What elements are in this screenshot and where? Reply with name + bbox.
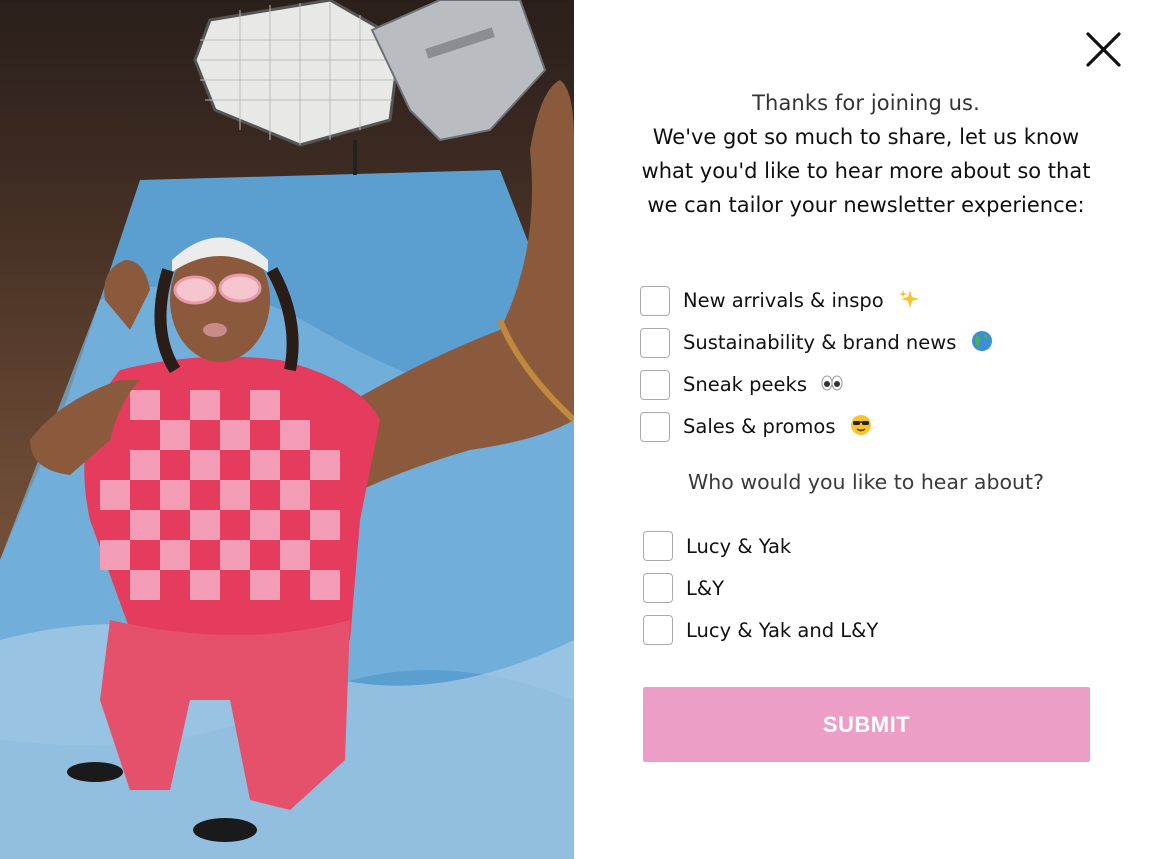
brand-label: Lucy & Yak and L&Y [686,618,879,642]
topic-option-sneak-peeks[interactable]: Sneak peeks [640,370,843,400]
topic-label: Sneak peeks [683,372,843,399]
brand-label: L&Y [686,576,724,600]
checkbox[interactable] [643,531,673,561]
brand-question: Who would you like to hear about? [688,470,1044,494]
checkbox[interactable] [640,286,670,316]
intro-body: We've got so much to share, let us know … [641,125,1091,217]
brand-label: Lucy & Yak [686,534,792,558]
intro-text: Thanks for joining us. We've got so much… [630,87,1102,222]
hero-photo [0,0,574,859]
sunglasses-face-icon [850,414,872,441]
newsletter-preferences-panel: Thanks for joining us. We've got so much… [574,0,1153,859]
topic-label: New arrivals & inspo [683,288,920,315]
checkbox[interactable] [640,328,670,358]
topic-option-sales-promos[interactable]: Sales & promos [640,412,872,442]
topic-option-new-arrivals[interactable]: New arrivals & inspo [640,286,920,316]
submit-button[interactable]: SUBMIT [643,687,1090,762]
globe-icon [971,330,993,357]
checkbox[interactable] [643,615,673,645]
topic-label: Sales & promos [683,414,872,441]
topic-label: Sustainability & brand news [683,330,993,357]
eyes-icon [821,372,843,399]
checkbox[interactable] [640,370,670,400]
topic-option-sustainability[interactable]: Sustainability & brand news [640,328,993,358]
checkbox[interactable] [640,412,670,442]
intro-title: Thanks for joining us. [752,91,980,115]
sparkles-icon [898,288,920,315]
close-icon[interactable] [1079,26,1127,74]
brand-option-lucy-yak[interactable]: Lucy & Yak [643,531,791,561]
brand-option-ly[interactable]: L&Y [643,573,724,603]
hero-illustration [0,0,574,859]
checkbox[interactable] [643,573,673,603]
close-button[interactable] [1079,26,1127,74]
brand-option-both[interactable]: Lucy & Yak and L&Y [643,615,878,645]
